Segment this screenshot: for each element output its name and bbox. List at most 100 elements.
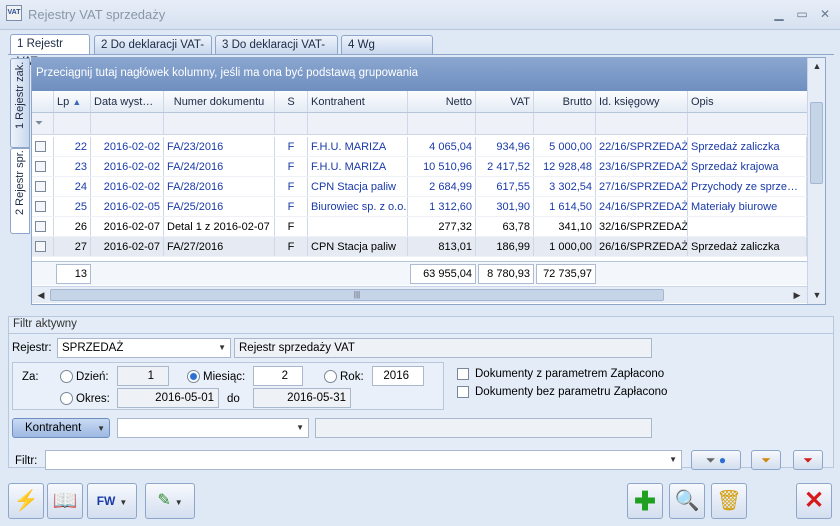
group-by-area[interactable]: Przeciągnij tutaj nagłówek kolumny, jeśl… [32, 58, 807, 91]
lightning-button[interactable]: ⚡ [8, 483, 44, 519]
table-row[interactable]: 26 2016-02-07 Detal 1 z 2016-02-07 F 277,32 6… [32, 217, 807, 237]
filtr-input[interactable]: ▼ [45, 450, 682, 470]
row-checkbox[interactable] [32, 237, 54, 256]
miesiac-spinner[interactable]: 2 [253, 366, 303, 386]
vertical-scrollbar[interactable]: ▲ ▼ [807, 58, 825, 304]
row-checkbox[interactable] [32, 157, 54, 176]
col-vat[interactable]: VAT [476, 91, 534, 112]
maximize-icon[interactable]: ▭ [793, 6, 811, 22]
col-id[interactable]: Id. księgowy [596, 91, 688, 112]
cell-kontrahent: F.H.U. MARIZA [308, 157, 408, 176]
side-tab-rejestr-zak-label: 1 Rejestr zak. [14, 61, 26, 129]
cell-opis: Sprzedaż krajowa [688, 157, 807, 176]
col-opis[interactable]: Opis [688, 91, 807, 112]
side-tab-rejestr-zak[interactable]: 1 Rejestr zak. [10, 58, 30, 148]
total-vat: 8 780,93 [478, 264, 534, 284]
close-button[interactable]: ✕ [796, 483, 832, 519]
tab-rejestr-vat[interactable]: 1 Rejestr VAT [10, 34, 90, 68]
col-kontrahent[interactable]: Kontrahent [308, 91, 408, 112]
row-checkbox[interactable] [32, 137, 54, 156]
table-row[interactable]: 27 2016-02-07 FA/27/2016 F CPN Stacja paliw 8… [32, 237, 807, 257]
table-row[interactable]: 22 2016-02-02 FA/23/2016 F F.H.U. MARIZA 4 06… [32, 137, 807, 157]
row-checkbox[interactable] [32, 217, 54, 236]
col-numer[interactable]: Numer dokumentu [164, 91, 275, 112]
side-tab-rejestr-spr[interactable]: 2 Rejestr spr. [10, 148, 30, 234]
row-checkbox[interactable] [32, 197, 54, 216]
okres-from-field[interactable]: 2016-05-01 [117, 388, 219, 408]
col-s[interactable]: S [275, 91, 308, 112]
cell-s: F [275, 217, 308, 236]
kontrahent-button[interactable]: Kontrahent ▼ [12, 418, 110, 438]
tab-vat-ue[interactable]: 3 Do deklaracji VAT-UE [215, 35, 338, 69]
clear-filter-button[interactable]: ⏷ [793, 450, 823, 470]
rejestr-select[interactable]: SPRZEDAŻ ▼ [57, 338, 231, 358]
cell-opis: Sprzedaż zaliczka [688, 137, 807, 156]
plus-icon: ✚ [634, 486, 656, 516]
window-title: Rejestry VAT sprzedaży [28, 7, 166, 22]
tab-vat7[interactable]: 2 Do deklaracji VAT-7 [94, 35, 212, 69]
rok-radio[interactable] [324, 370, 337, 383]
add-button[interactable]: ✚ [627, 483, 663, 519]
stamp-icon: ✎ [157, 492, 171, 509]
horizontal-scrollbar[interactable]: ◀ ||| ▶ [32, 286, 807, 303]
cell-vat: 63,78 [476, 217, 534, 236]
hscroll-thumb[interactable]: ||| [50, 289, 664, 301]
total-count: 13 [56, 264, 91, 284]
edit-button[interactable]: 🔍 [669, 483, 705, 519]
cell-id: 23/16/SPRZEDAŻ [596, 157, 688, 176]
table-row[interactable]: 25 2016-02-05 FA/25/2016 F Biurowiec sp. z o… [32, 197, 807, 217]
col-lp[interactable]: Lp ▲ [54, 91, 91, 112]
okres-radio[interactable] [60, 392, 73, 405]
apply-filter-button[interactable]: ⏷ ● [691, 450, 741, 470]
scroll-right-icon[interactable]: ▶ [789, 287, 805, 303]
bez-zaplacono-checkbox[interactable] [457, 386, 469, 398]
cell-kontrahent [308, 217, 408, 236]
dzien-label: Dzień: [76, 371, 109, 383]
scroll-down-icon[interactable]: ▼ [809, 287, 825, 303]
dzien-radio[interactable] [60, 370, 73, 383]
row-checkbox[interactable] [32, 177, 54, 196]
scroll-up-icon[interactable]: ▲ [809, 58, 825, 74]
fw-icon: FW [96, 494, 116, 508]
do-label: do [227, 393, 240, 405]
rok-spinner[interactable]: 2016 [372, 366, 424, 386]
documents-grid: Przeciągnij tutaj nagłówek kolumny, jeśl… [31, 57, 826, 305]
zaplacono-checkbox[interactable] [457, 368, 469, 380]
document-action-button[interactable]: ✎ ▼ [145, 483, 195, 519]
cell-data: 2016-02-05 [91, 197, 164, 216]
cell-vat: 934,96 [476, 137, 534, 156]
magnifier-icon: 🔍 [674, 490, 700, 512]
funnel-icon[interactable]: ⏷ [32, 113, 54, 134]
miesiac-radio[interactable] [187, 370, 200, 383]
close-icon[interactable]: ✕ [816, 6, 834, 22]
cell-numer: FA/24/2016 [164, 157, 275, 176]
cell-kontrahent: Biurowiec sp. z o.o. [308, 197, 408, 216]
table-row[interactable]: 24 2016-02-02 FA/28/2016 F CPN Stacja paliw 2… [32, 177, 807, 197]
tab-atrybuty[interactable]: 4 Wg atrybutów [341, 35, 433, 69]
okres-to-field[interactable]: 2016-05-31 [253, 388, 351, 408]
cell-data: 2016-02-07 [91, 237, 164, 256]
cell-brutto: 341,10 [534, 217, 596, 236]
cell-s: F [275, 137, 308, 156]
fw-button[interactable]: FW ▼ [87, 483, 137, 519]
cell-opis [688, 217, 807, 236]
chevron-down-icon: ▼ [669, 455, 677, 464]
vscroll-thumb[interactable] [810, 102, 823, 184]
filter-builder-button[interactable]: ⏷ [751, 450, 781, 470]
chevron-down-icon: ▼ [296, 423, 304, 432]
cell-opis: Sprzedaż zaliczka [688, 237, 807, 256]
col-netto[interactable]: Netto [408, 91, 476, 112]
scroll-left-icon[interactable]: ◀ [33, 287, 49, 303]
cell-data: 2016-02-02 [91, 157, 164, 176]
kontrahent-select[interactable]: ▼ [117, 418, 309, 438]
delete-button[interactable]: 🗑 [711, 483, 747, 519]
dzien-spinner[interactable]: 1 [117, 366, 169, 386]
minimize-icon[interactable]: ▁ [770, 6, 788, 22]
col-brutto[interactable]: Brutto [534, 91, 596, 112]
cell-id: 22/16/SPRZEDAŻ [596, 137, 688, 156]
book-button[interactable]: 📖 [47, 483, 83, 519]
filtr-label: Filtr: [15, 455, 38, 467]
grid-filter-row[interactable]: ⏷ [32, 113, 807, 135]
col-data[interactable]: Data wyst… [91, 91, 164, 112]
table-row[interactable]: 23 2016-02-02 FA/24/2016 F F.H.U. MARIZA 10 5… [32, 157, 807, 177]
